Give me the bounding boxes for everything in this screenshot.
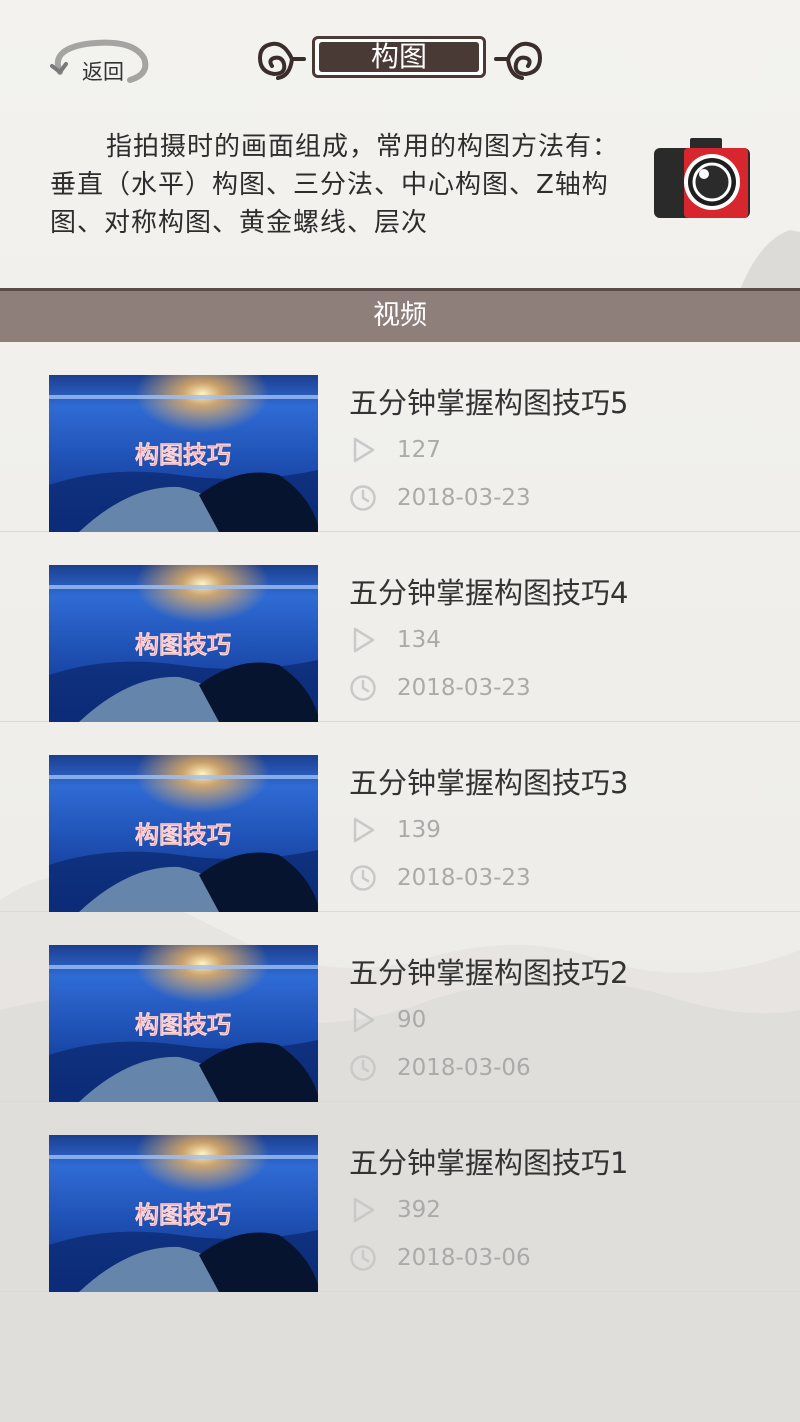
upload-date: 2018-03-06 — [397, 1245, 531, 1271]
video-views: 90 — [349, 1006, 426, 1034]
video-title[interactable]: 五分钟掌握构图技巧1 — [349, 1140, 628, 1182]
thumbnail-caption: 构图技巧 — [135, 821, 231, 849]
video-date: 2018-03-06 — [349, 1054, 531, 1082]
upload-date: 2018-03-23 — [397, 865, 531, 891]
upload-date: 2018-03-06 — [397, 1055, 531, 1081]
thumbnail-caption: 构图技巧 — [135, 631, 231, 659]
video-list-item[interactable]: 构图技巧 五分钟掌握构图技巧1 392 2018-03-06 — [0, 1102, 800, 1292]
video-thumbnail[interactable]: 构图技巧 — [49, 375, 318, 532]
play-icon — [353, 817, 375, 843]
video-title[interactable]: 五分钟掌握构图技巧4 — [349, 570, 628, 612]
video-list-item[interactable]: 构图技巧 五分钟掌握构图技巧4 134 2018-03-23 — [0, 532, 800, 722]
back-label: 返回 — [82, 60, 124, 84]
intro-text: 指拍摄时的画面组成，常用的构图方法有：垂直（水平）构图、三分法、中心构图、Z轴构… — [50, 132, 620, 238]
page-title-banner: 构图 — [254, 34, 546, 86]
upload-date: 2018-03-23 — [397, 675, 531, 701]
clock-icon — [350, 485, 376, 511]
clock-icon — [350, 1245, 376, 1271]
video-date: 2018-03-23 — [349, 484, 531, 512]
play-icon — [353, 1007, 375, 1033]
cloud-ornament-left-icon — [257, 41, 306, 80]
video-title[interactable]: 五分钟掌握构图技巧5 — [349, 380, 628, 422]
section-label: 视频 — [373, 300, 427, 331]
play-icon — [353, 627, 375, 653]
video-thumbnail[interactable]: 构图技巧 — [49, 565, 318, 722]
back-button[interactable]: 返回 — [46, 36, 150, 88]
view-count: 139 — [397, 817, 441, 843]
clock-icon — [350, 865, 376, 891]
video-date: 2018-03-23 — [349, 864, 531, 892]
video-date: 2018-03-23 — [349, 674, 531, 702]
video-views: 134 — [349, 626, 441, 654]
video-thumbnail[interactable]: 构图技巧 — [49, 755, 318, 912]
video-list-item[interactable]: 构图技巧 五分钟掌握构图技巧5 127 2018-03-23 — [0, 342, 800, 532]
view-count: 392 — [397, 1197, 441, 1223]
upload-date: 2018-03-23 — [397, 485, 531, 511]
video-thumbnail[interactable]: 构图技巧 — [49, 945, 318, 1102]
title-frame: 构图 — [312, 36, 486, 78]
camera-icon — [654, 138, 750, 218]
view-count: 134 — [397, 627, 441, 653]
play-icon — [353, 1197, 375, 1223]
view-count: 127 — [397, 437, 441, 463]
video-thumbnail[interactable]: 构图技巧 — [49, 1135, 318, 1292]
thumbnail-caption: 构图技巧 — [135, 1011, 231, 1039]
video-title[interactable]: 五分钟掌握构图技巧3 — [349, 760, 628, 802]
video-list: 构图技巧 五分钟掌握构图技巧5 127 2018-03-23 构图技巧 五分钟掌… — [0, 342, 800, 1292]
thumbnail-caption: 构图技巧 — [135, 1201, 231, 1229]
play-icon — [353, 437, 375, 463]
video-date: 2018-03-06 — [349, 1244, 531, 1272]
video-views: 392 — [349, 1196, 441, 1224]
thumbnail-caption: 构图技巧 — [135, 441, 231, 469]
clock-icon — [350, 1055, 376, 1081]
page-title: 构图 — [319, 42, 479, 72]
video-list-item[interactable]: 构图技巧 五分钟掌握构图技巧3 139 2018-03-23 — [0, 722, 800, 912]
video-list-item[interactable]: 构图技巧 五分钟掌握构图技巧2 90 2018-03-06 — [0, 912, 800, 1102]
video-views: 139 — [349, 816, 441, 844]
view-count: 90 — [397, 1007, 427, 1033]
section-header-videos: 视频 — [0, 288, 800, 342]
cloud-ornament-right-icon — [494, 41, 543, 80]
clock-icon — [350, 675, 376, 701]
video-views: 127 — [349, 436, 441, 464]
video-title[interactable]: 五分钟掌握构图技巧2 — [349, 950, 628, 992]
